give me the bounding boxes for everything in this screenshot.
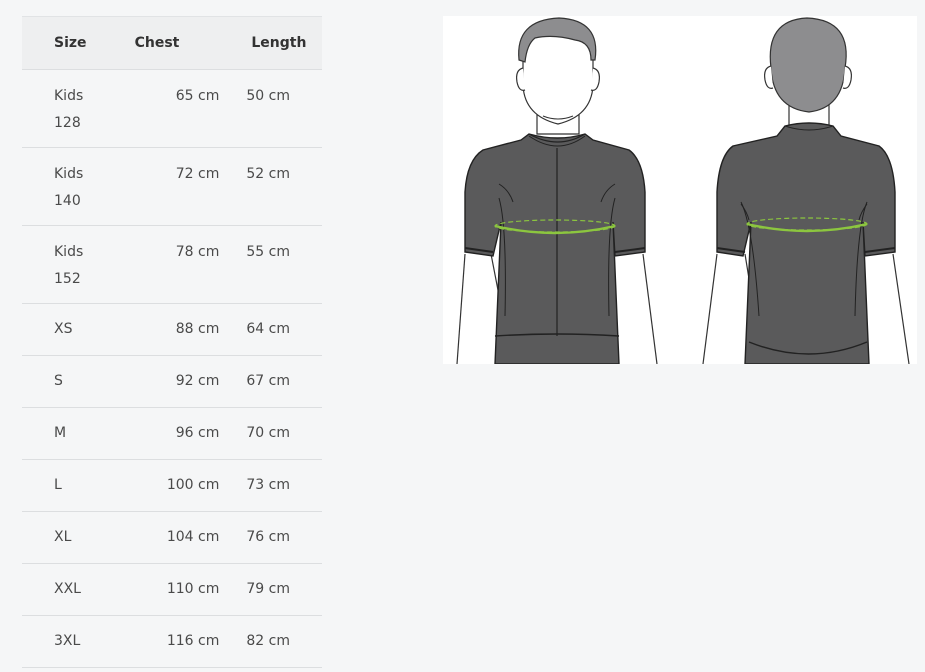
cell-size: XL bbox=[22, 511, 113, 564]
table-row: Kids 140 72 cm 52 cm bbox=[22, 147, 322, 226]
cell-chest: 72 cm bbox=[112, 147, 232, 226]
cell-chest: 96 cm bbox=[112, 407, 232, 460]
table-row: Kids 128 65 cm 50 cm bbox=[22, 69, 322, 148]
cell-length: 64 cm bbox=[231, 303, 322, 356]
table-row: S 92 cm 67 cm bbox=[22, 355, 322, 408]
cell-size: M bbox=[22, 407, 113, 460]
size-chart-table: Size Chest Length Kids 128 65 cm 50 cm K… bbox=[22, 16, 322, 668]
cell-chest: 104 cm bbox=[112, 511, 232, 564]
cell-length: 82 cm bbox=[231, 615, 322, 668]
cell-chest: 100 cm bbox=[112, 459, 232, 512]
jersey-measurement-illustration bbox=[443, 16, 917, 364]
table-row: XL 104 cm 76 cm bbox=[22, 511, 322, 564]
cell-chest: 65 cm bbox=[112, 69, 232, 148]
cell-size: L bbox=[22, 459, 113, 512]
table-row: M 96 cm 70 cm bbox=[22, 407, 322, 460]
header-size: Size bbox=[22, 16, 113, 70]
back-figure bbox=[702, 17, 910, 364]
table-header-row: Size Chest Length bbox=[22, 16, 322, 70]
cell-chest: 88 cm bbox=[112, 303, 232, 356]
cell-size: Kids 140 bbox=[22, 147, 113, 226]
cell-length: 50 cm bbox=[231, 69, 322, 148]
table-row: L 100 cm 73 cm bbox=[22, 459, 322, 512]
cell-chest: 78 cm bbox=[112, 225, 232, 304]
cell-length: 67 cm bbox=[231, 355, 322, 408]
table-row: XS 88 cm 64 cm bbox=[22, 303, 322, 356]
cell-size: Kids 152 bbox=[22, 225, 113, 304]
table-row: 3XL 116 cm 82 cm bbox=[22, 615, 322, 668]
cell-size: XS bbox=[22, 303, 113, 356]
cell-length: 55 cm bbox=[231, 225, 322, 304]
cell-size: XXL bbox=[22, 563, 113, 616]
cell-chest: 116 cm bbox=[112, 615, 232, 668]
table-row: XXL 110 cm 79 cm bbox=[22, 563, 322, 616]
cell-length: 76 cm bbox=[231, 511, 322, 564]
cell-length: 52 cm bbox=[231, 147, 322, 226]
cell-chest: 92 cm bbox=[112, 355, 232, 408]
cell-size: Kids 128 bbox=[22, 69, 113, 148]
header-chest: Chest bbox=[112, 16, 232, 70]
cell-size: S bbox=[22, 355, 113, 408]
cell-size: 3XL bbox=[22, 615, 113, 668]
cell-chest: 110 cm bbox=[112, 563, 232, 616]
cell-length: 79 cm bbox=[231, 563, 322, 616]
table-row: Kids 152 78 cm 55 cm bbox=[22, 225, 322, 304]
cell-length: 70 cm bbox=[231, 407, 322, 460]
front-figure bbox=[456, 17, 658, 364]
header-length: Length bbox=[231, 16, 322, 70]
cell-length: 73 cm bbox=[231, 459, 322, 512]
jersey-figures-svg bbox=[456, 17, 910, 364]
